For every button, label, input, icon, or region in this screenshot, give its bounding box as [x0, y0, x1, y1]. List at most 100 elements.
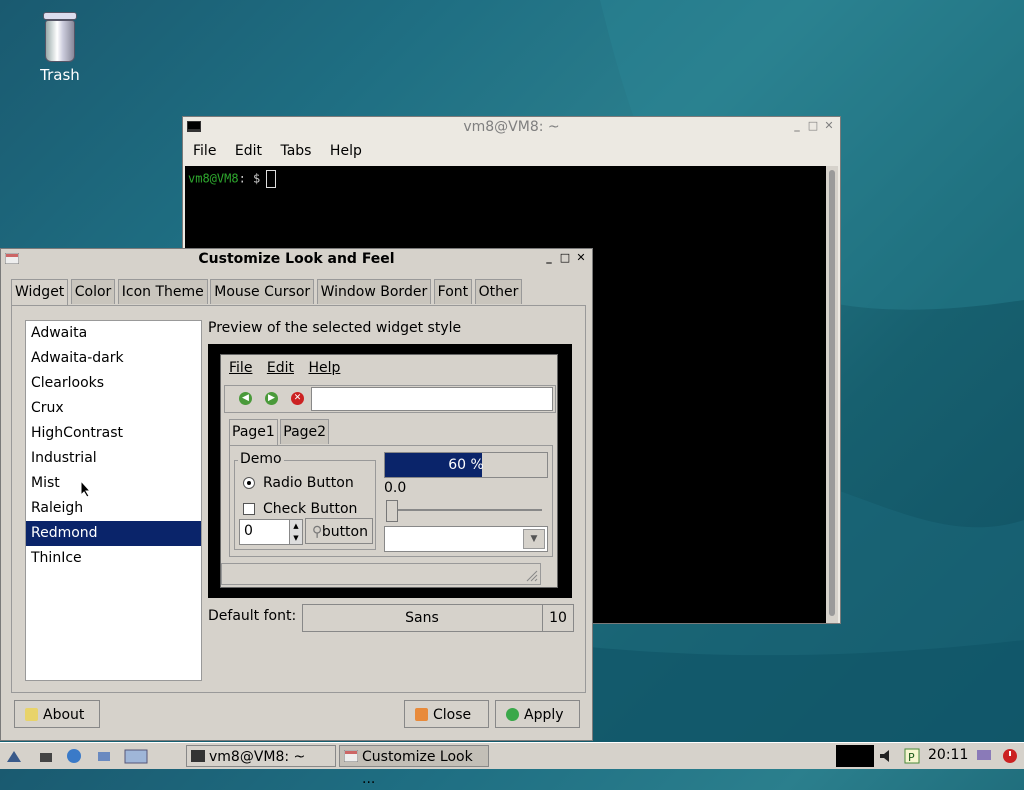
list-item[interactable]: HighContrast — [26, 421, 201, 446]
demo-label: Demo — [238, 451, 284, 467]
close-icon[interactable]: ✕ — [574, 251, 588, 265]
task-customize[interactable]: Customize Look ... — [339, 745, 489, 787]
list-item[interactable]: Crux — [26, 396, 201, 421]
preview-statusbar — [221, 563, 541, 585]
list-item[interactable]: Mist — [26, 471, 201, 496]
menu-file[interactable]: File — [193, 143, 216, 159]
clock[interactable]: 20:11 — [928, 747, 968, 763]
preview-menu-help[interactable]: Help — [308, 360, 340, 376]
list-item[interactable]: Adwaita-dark — [26, 346, 201, 371]
tab-mouse-cursor[interactable]: Mouse Cursor — [210, 279, 315, 304]
slider-value: 0.0 — [384, 480, 407, 496]
stop-icon[interactable]: ✕ — [291, 392, 304, 405]
terminal-titlebar[interactable]: vm8@VM8: ~ _ □ ✕ — [183, 117, 840, 137]
maximize-icon[interactable]: □ — [806, 119, 820, 133]
menu-edit[interactable]: Edit — [235, 143, 262, 159]
customize-titlebar[interactable]: Customize Look and Feel _ □ ✕ — [1, 249, 592, 269]
preview-tab-page2[interactable]: Page2 — [280, 419, 330, 444]
preview-entry[interactable] — [311, 387, 553, 411]
widget-preview: File Edit Help ◀ ▶ ✕ Page1 Page2 Demo Ra… — [208, 344, 572, 598]
tab-font[interactable]: Font — [433, 279, 473, 304]
tab-icon-theme[interactable]: Icon Theme — [117, 279, 208, 304]
tab-window-border[interactable]: Window Border — [316, 279, 432, 304]
list-item[interactable]: Adwaita — [26, 321, 201, 346]
back-icon[interactable]: ◀ — [239, 392, 252, 405]
widget-tab-pane: Adwaita Adwaita-dark Clearlooks Crux Hig… — [11, 305, 586, 693]
parcellite-icon[interactable]: P — [904, 748, 920, 764]
check-label: Check Button — [263, 501, 358, 517]
preview-menu-edit[interactable]: Edit — [267, 360, 294, 376]
chevron-down-icon[interactable]: ▼ — [523, 529, 545, 549]
demo-check-button[interactable]: Check Button — [243, 501, 357, 517]
list-item[interactable]: Industrial — [26, 446, 201, 471]
font-name: Sans — [405, 610, 439, 626]
task-terminal[interactable]: vm8@VM8: ~ — [186, 745, 336, 767]
demo-combo-box[interactable]: ▼ — [384, 526, 548, 552]
preview-menubar: File Edit Help — [221, 355, 557, 381]
spin-value: 0 — [244, 523, 253, 539]
list-item[interactable]: Raleigh — [26, 496, 201, 521]
prompt-rest: : $ — [238, 171, 261, 186]
terminal-prompt: vm8@VM8: $ — [188, 170, 277, 188]
apply-button[interactable]: Apply — [495, 700, 580, 728]
trash-can-icon — [45, 20, 75, 62]
minimize-icon[interactable]: _ — [542, 251, 556, 265]
tab-widget[interactable]: Widget — [11, 279, 69, 306]
cpu-monitor — [836, 745, 874, 767]
about-icon — [25, 708, 38, 721]
forward-icon[interactable]: ▶ — [265, 392, 278, 405]
power-icon[interactable] — [1002, 748, 1018, 764]
tab-color[interactable]: Color — [70, 279, 116, 304]
trash-desktop-icon[interactable]: Trash — [30, 12, 90, 84]
preview-window: File Edit Help ◀ ▶ ✕ Page1 Page2 Demo Ra… — [220, 354, 558, 588]
list-item[interactable]: ThinIce — [26, 546, 201, 571]
web-browser-icon[interactable] — [66, 748, 82, 764]
prompt-user: vm8@VM8 — [188, 171, 239, 186]
radio-label: Radio Button — [263, 475, 354, 491]
demo-spin-button[interactable]: 0 ▲ ▼ — [239, 519, 303, 545]
slider-handle[interactable] — [386, 500, 398, 522]
slider-track — [386, 509, 542, 511]
maximize-icon[interactable]: □ — [558, 251, 572, 265]
screen-lock-icon[interactable] — [976, 748, 992, 764]
menu-tabs[interactable]: Tabs — [280, 143, 311, 159]
demo-slider[interactable] — [384, 500, 546, 522]
demo-radio-button[interactable]: Radio Button — [243, 475, 354, 491]
terminal-menubar: File Edit Tabs Help — [183, 137, 840, 165]
about-label: About — [43, 707, 85, 723]
scrollbar-thumb[interactable] — [829, 170, 835, 616]
preview-toolbar: ◀ ▶ ✕ — [224, 385, 556, 413]
close-btn-icon — [415, 708, 428, 721]
tab-other[interactable]: Other — [474, 279, 523, 304]
close-icon[interactable]: ✕ — [822, 119, 836, 133]
trash-icon — [43, 12, 77, 20]
resize-grip-icon[interactable] — [524, 568, 538, 582]
menu-help[interactable]: Help — [330, 143, 362, 159]
desktop-pager-icon[interactable] — [124, 748, 148, 764]
close-button[interactable]: Close — [404, 700, 489, 728]
list-item[interactable]: Clearlooks — [26, 371, 201, 396]
volume-icon[interactable] — [878, 748, 900, 764]
demo-button[interactable]: ⚲ button — [305, 518, 373, 544]
spin-arrows-icon[interactable]: ▲ ▼ — [289, 520, 302, 544]
preview-tab-page1[interactable]: Page1 — [229, 419, 278, 446]
checkbox-icon — [243, 503, 255, 515]
demo-frame: Demo Radio Button Check Button 0 ▲ ▼ ⚲ butt… — [234, 451, 376, 550]
list-item-selected[interactable]: Redmond — [26, 521, 201, 546]
minimize-icon[interactable]: _ — [790, 119, 804, 133]
font-picker-button[interactable]: Sans 10 — [302, 604, 574, 632]
default-font-label: Default font: — [208, 608, 297, 624]
preview-menu-file[interactable]: File — [229, 360, 252, 376]
terminal-scrollbar[interactable] — [826, 166, 838, 623]
text-cursor — [266, 170, 277, 188]
customize-title: Customize Look and Feel — [198, 251, 395, 267]
minimize-all-icon[interactable] — [96, 748, 112, 764]
terminal-icon — [191, 750, 205, 762]
theme-list[interactable]: Adwaita Adwaita-dark Clearlooks Crux Hig… — [25, 320, 202, 681]
apply-icon — [506, 708, 519, 721]
progress-text: 60 % — [448, 457, 484, 473]
about-button[interactable]: About — [14, 700, 100, 728]
start-menu-icon[interactable] — [6, 748, 22, 764]
file-manager-icon[interactable] — [38, 748, 54, 764]
trash-label: Trash — [40, 66, 80, 84]
